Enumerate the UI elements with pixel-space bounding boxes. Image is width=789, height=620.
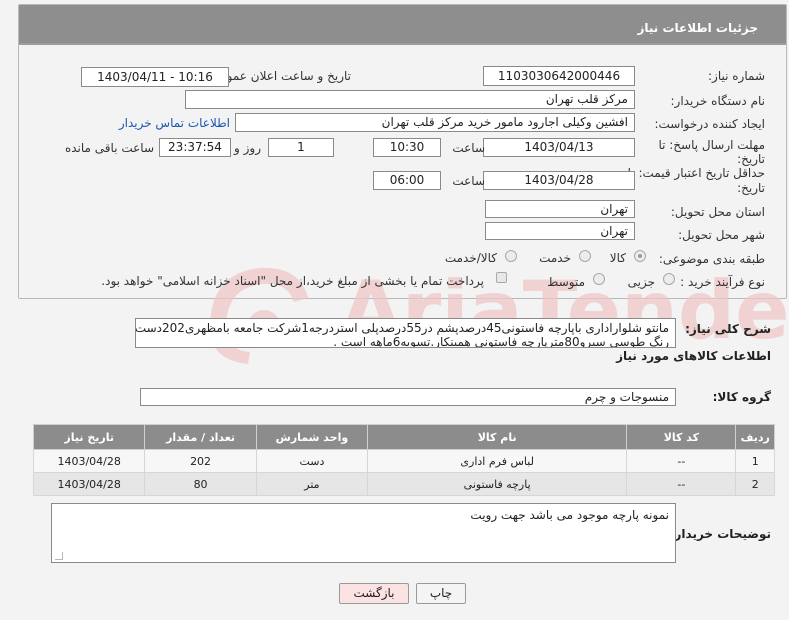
cell-date: 1403/04/28 xyxy=(32,449,146,473)
need-number-field: 1103030642000446 xyxy=(483,66,635,86)
category-radio-goods[interactable] xyxy=(634,250,646,262)
cell-qty: 80 xyxy=(144,472,257,496)
col-qty: تعداد / مقدار xyxy=(144,424,257,450)
deadline-time-label: ساعت xyxy=(452,141,485,155)
cell-row: 1 xyxy=(735,449,775,473)
table-row: 2 -- پارچه فاستونی متر 80 1403/04/28 xyxy=(32,472,775,496)
cell-row: 2 xyxy=(735,472,775,496)
category-label: طبقه بندی موضوعی: xyxy=(658,252,765,266)
purchase-radio-minor[interactable] xyxy=(663,273,675,285)
overall-desc-line-1: مانتو شلواراداری باپارچه فاستونی45درصدپش… xyxy=(135,321,669,335)
category-goods-service-label: کالا/خدمت xyxy=(444,251,497,265)
requester-field: افشین وکیلی اجارود مامور خرید مرکز قلب ت… xyxy=(235,113,635,132)
col-unit: واحد شمارش xyxy=(255,424,369,450)
goods-group-field: منسوجات و چرم xyxy=(140,388,676,406)
buyer-notes-label: توضیحات خریدار: xyxy=(669,527,771,541)
deadline-label-2: تاریخ: xyxy=(737,152,765,166)
validity-time-field: 06:00 xyxy=(373,171,441,190)
validity-date-field: 1403/04/28 xyxy=(483,171,635,190)
purchase-minor-label: جزیی xyxy=(627,275,655,289)
items-table: ردیف کد کالا نام کالا واحد شمارش تعداد /… xyxy=(32,424,775,496)
province-label: استان محل تحویل: xyxy=(670,205,765,219)
purchase-radio-medium[interactable] xyxy=(593,273,605,285)
items-table-header: ردیف کد کالا نام کالا واحد شمارش تعداد /… xyxy=(32,424,775,450)
overall-desc-line-2: رنگ طوسی سیرو80مترپارچه فاستونی همینکار.… xyxy=(333,335,669,348)
deadline-time-field: 10:30 xyxy=(373,138,441,157)
buyer-notes-box[interactable]: نمونه پارچه موجود می باشد جهت رویت xyxy=(51,503,676,563)
goods-info-heading: اطلاعات کالاهای مورد نیاز xyxy=(616,349,771,363)
city-field: تهران xyxy=(485,222,635,240)
province-field: تهران xyxy=(485,200,635,218)
remaining-label: ساعت باقی مانده xyxy=(64,141,154,155)
announce-datetime-field: 1403/04/11 - 10:16 xyxy=(81,67,229,87)
col-name: نام کالا xyxy=(367,424,628,450)
deadline-date-field: 1403/04/13 xyxy=(483,138,635,157)
back-button[interactable]: بازگشت xyxy=(339,583,409,604)
city-label: شهر محل تحویل: xyxy=(678,228,765,242)
purchase-medium-label: متوسط xyxy=(547,275,585,289)
need-number-label: شماره نیاز: xyxy=(708,69,765,83)
validity-label-1: حداقل تاریخ اعتبار قیمت: تا xyxy=(627,166,765,180)
cell-code: -- xyxy=(626,472,737,496)
category-radio-service[interactable] xyxy=(579,250,591,262)
cell-code: -- xyxy=(626,449,737,473)
resize-handle-icon[interactable] xyxy=(55,552,63,560)
print-button[interactable]: چاپ xyxy=(416,583,466,604)
validity-time-label: ساعت xyxy=(452,174,485,188)
goods-group-label: گروه کالا: xyxy=(712,390,771,404)
buyer-org-label: نام دستگاه خریدار: xyxy=(670,94,766,108)
treasury-checkbox[interactable] xyxy=(496,272,507,283)
cell-unit: دست xyxy=(255,449,369,473)
panel-title: جزئیات اطلاعات نیاز xyxy=(19,5,786,45)
cell-qty: 202 xyxy=(144,449,257,473)
cell-date: 1403/04/28 xyxy=(32,472,146,496)
days-field: 1 xyxy=(268,138,334,157)
purchase-type-label: نوع فرآیند خرید : xyxy=(680,275,765,289)
overall-desc-box[interactable]: مانتو شلواراداری باپارچه فاستونی45درصدپش… xyxy=(135,318,676,348)
overall-desc-label: شرح کلی نیاز: xyxy=(685,322,771,336)
buyer-notes-text: نمونه پارچه موجود می باشد جهت رویت xyxy=(470,508,669,522)
category-goods-label: کالا xyxy=(609,251,626,265)
day-and-label: روز و xyxy=(234,141,261,155)
buyer-org-field: مرکز قلب تهران xyxy=(185,90,635,109)
remaining-time-field: 23:37:54 xyxy=(159,138,231,157)
requester-label: ایجاد کننده درخواست: xyxy=(654,117,765,131)
col-row: ردیف xyxy=(735,424,775,450)
col-code: کد کالا xyxy=(626,424,737,450)
treasury-note: پرداخت تمام یا بخشی از مبلغ خرید،از محل … xyxy=(101,274,484,288)
col-date: تاریخ نیاز xyxy=(32,424,146,450)
cell-name: پارچه فاستونی xyxy=(367,472,628,496)
deadline-label-1: مهلت ارسال پاسخ: تا xyxy=(658,138,765,152)
table-row: 1 -- لباس فرم اداری دست 202 1403/04/28 xyxy=(32,449,775,473)
category-radio-goods-service[interactable] xyxy=(505,250,517,262)
category-service-label: خدمت xyxy=(539,251,571,265)
cell-unit: متر xyxy=(255,472,369,496)
validity-label-2: تاریخ: xyxy=(737,181,765,195)
cell-name: لباس فرم اداری xyxy=(367,449,628,473)
buyer-contact-link[interactable]: اطلاعات تماس خریدار xyxy=(119,116,230,130)
